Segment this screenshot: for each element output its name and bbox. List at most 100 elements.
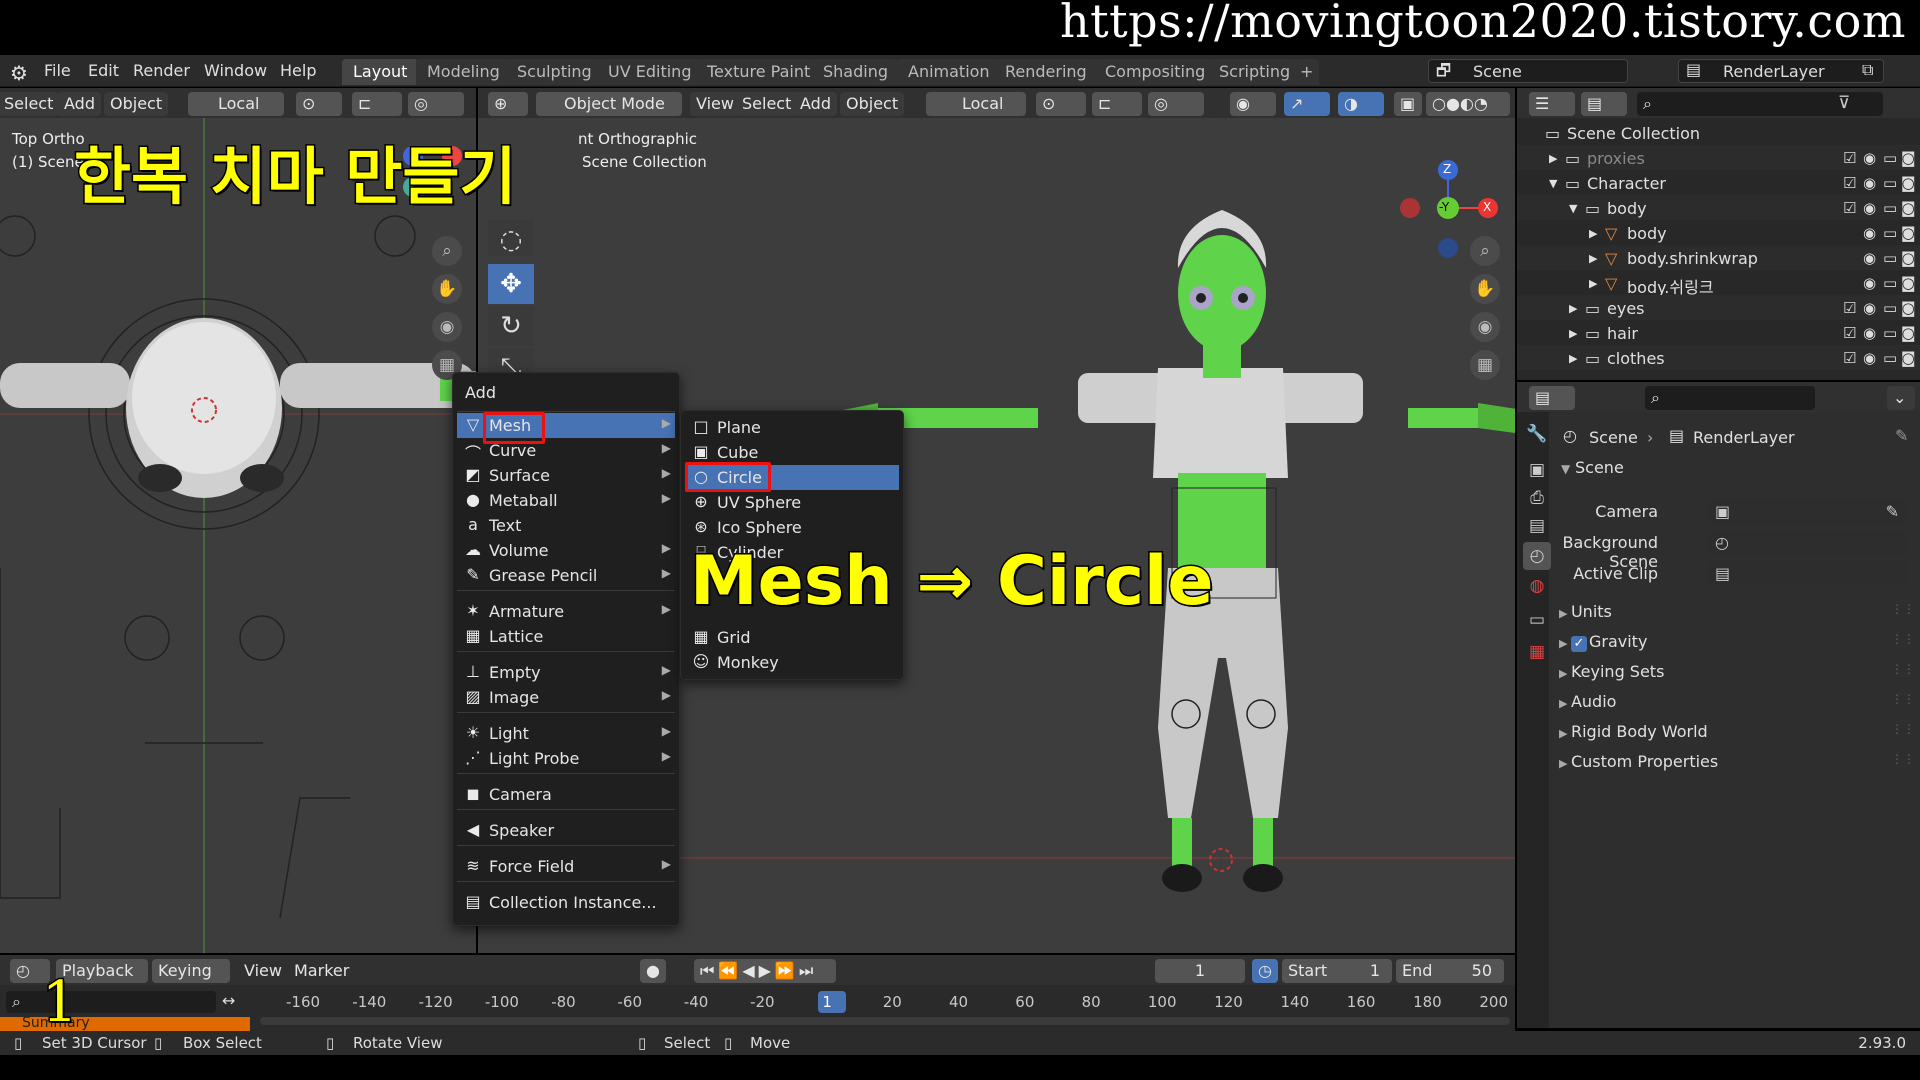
viewport-monitor-icon[interactable]: ▭ [1883,149,1897,167]
proportional-edit-icon[interactable]: ◎ [1148,92,1204,116]
visibility-eye-icon[interactable]: ◉ [1863,249,1876,267]
left-snap-icon[interactable]: ⊏ [352,92,402,116]
render-camera-icon[interactable]: ◙ [1901,324,1916,342]
exclude-checkbox-icon[interactable]: ☑ [1843,324,1856,342]
viewport-monitor-icon[interactable]: ▭ [1883,349,1897,367]
exclude-checkbox-icon[interactable]: ☑ [1843,174,1856,192]
tab-layout[interactable]: Layout [342,59,419,85]
menu-edit[interactable]: Edit [88,61,119,80]
visibility-eye-icon[interactable]: ◉ [1863,349,1876,367]
filter-icon[interactable]: ⊽ [1838,93,1850,113]
visibility-icon[interactable]: ◉ [1230,92,1276,116]
gizmo-z-label[interactable]: Z [1443,162,1451,176]
outliner-row[interactable]: ▶ ▭ eyes ☑ ◉ ▭ ◙ [1517,295,1920,320]
viewport-monitor-icon[interactable]: ▭ [1883,324,1897,342]
add-menu-item-collection-instance[interactable]: ▤ Collection Instance... [457,890,675,915]
pivot-icon[interactable]: ⊙ [1036,92,1086,116]
viewport-monitor-icon[interactable]: ▭ [1883,174,1897,192]
overlay-toggle-icon[interactable]: ◑ [1338,92,1384,116]
add-menu-item-volume[interactable]: ☁ Volume ▶ [457,538,675,563]
viewport-monitor-icon[interactable]: ▭ [1883,199,1897,217]
left-add-menu[interactable]: Add [58,92,101,116]
outliner-row[interactable]: ▶ ▭ hair ☑ ◉ ▭ ◙ [1517,320,1920,345]
viewport-monitor-icon[interactable]: ▭ [1883,224,1897,242]
camera-field[interactable]: ▣ ✎ [1707,500,1907,524]
render-camera-icon[interactable]: ◙ [1901,299,1916,317]
drag-grip-icon[interactable]: ⋮⋮ [1891,662,1915,676]
disclosure-triangle-icon[interactable]: ▶ [1589,252,1597,265]
add-menu-item-light[interactable]: ☀ Light ▶ [457,721,675,746]
add-menu-item-grease-pencil[interactable]: ✎ Grease Pencil ▶ [457,563,675,588]
add-menu-item-empty[interactable]: ⊥ Empty ▶ [457,660,675,685]
visibility-eye-icon[interactable]: ◉ [1863,299,1876,317]
drag-grip-icon[interactable]: ⋮⋮ [1891,602,1915,616]
main-ortho-grid-icon[interactable]: ▦ [1470,350,1500,380]
tab-compositing[interactable]: Compositing [1094,59,1217,85]
visibility-eye-icon[interactable]: ◉ [1863,274,1876,292]
menu-help[interactable]: Help [280,61,316,80]
viewport-monitor-icon[interactable]: ▭ [1883,249,1897,267]
outliner-row[interactable]: ▶ ▽ body.쉬링크 ◉ ▭ ◙ [1517,270,1920,297]
render-camera-icon[interactable]: ◙ [1901,224,1916,242]
exclude-checkbox-icon[interactable]: ☑ [1843,199,1856,217]
tab-animation[interactable]: Animation [897,59,1001,85]
tool-tab-icon[interactable]: 🔧 [1523,420,1551,448]
disclosure-triangle-icon[interactable]: ▶ [1589,227,1597,240]
outliner-row[interactable]: ▶ ▽ body ◉ ▭ ◙ [1517,220,1920,245]
rotate-tool-icon[interactable]: ↻ [488,306,534,346]
disclosure-triangle-icon[interactable]: ▶ [1569,327,1577,340]
visibility-eye-icon[interactable]: ◉ [1863,324,1876,342]
world-tab-icon[interactable]: ◍ [1523,572,1551,600]
timeline-scrollbar[interactable] [260,1017,1510,1025]
menu-file[interactable]: File [44,61,71,80]
tab-shading[interactable]: Shading [812,59,899,85]
subpanel-units[interactable]: ▶ Units ⋮⋮ [1559,602,1915,621]
camera-view-icon[interactable]: ◉ [432,312,462,342]
pin-icon[interactable]: ✎ [1895,426,1908,445]
eyedropper-icon[interactable]: ✎ [1886,502,1899,521]
snap-icon[interactable]: ⊏ [1092,92,1142,116]
add-menu[interactable]: Add [794,92,837,116]
add-menu-item-camera[interactable]: ◼ Camera [457,782,675,807]
outliner-root-row[interactable]: ▭ Scene Collection [1517,120,1920,145]
left-select-menu[interactable]: Select [0,92,60,116]
main-zoom-icon[interactable]: ⌕ [1470,236,1500,266]
outliner-row[interactable]: ▼ ▭ body ☑ ◉ ▭ ◙ [1517,195,1920,220]
add-menu-item-speaker[interactable]: ◀ Speaker [457,818,675,843]
add-menu-item-lattice[interactable]: ▦ Lattice [457,624,675,649]
render-tab-icon[interactable]: ▣ [1523,456,1551,484]
tab-uv-editing[interactable]: UV Editing [597,59,703,85]
output-tab-icon[interactable]: ⎙ [1523,484,1551,512]
outliner-row[interactable]: ▶ ▭ clothes ☑ ◉ ▭ ◙ [1517,345,1920,370]
orientation-dropdown[interactable]: Local [926,92,1026,116]
scene-panel-chevron-icon[interactable]: ▼ [1561,462,1570,476]
viewport-monitor-icon[interactable]: ▭ [1883,274,1897,292]
gizmo-x-label[interactable]: X [1483,200,1491,214]
render-camera-icon[interactable]: ◙ [1901,174,1916,192]
viewport-monitor-icon[interactable]: ▭ [1883,299,1897,317]
summary-channel[interactable]: Summary [0,1015,250,1031]
object-menu[interactable]: Object [840,92,905,116]
disclosure-triangle-icon[interactable]: ▶ [1589,277,1597,290]
disclosure-triangle-icon[interactable]: ▶ [1569,302,1577,315]
gizmo-toggle-icon[interactable]: ↗ [1284,92,1330,116]
left-object-menu[interactable]: Object [104,92,169,116]
blender-logo-icon[interactable]: ⚙ [10,61,28,85]
drag-grip-icon[interactable]: ⋮⋮ [1891,692,1915,706]
tab-scripting[interactable]: Scripting [1208,59,1302,85]
exclude-checkbox-icon[interactable]: ☑ [1843,149,1856,167]
mode-dropdown[interactable]: Object Mode [536,92,682,116]
properties-search-field[interactable]: ⌕ [1645,386,1815,410]
shading-mode-icons[interactable]: ○●◐◔ [1426,92,1510,116]
subpanel-gravity[interactable]: ▶ ✓ Gravity ⋮⋮ [1559,632,1915,652]
add-workspace-button[interactable]: + [1294,59,1320,85]
outliner-row[interactable]: ▼ ▭ Character ☑ ◉ ▭ ◙ [1517,170,1920,195]
add-menu-item-light-probe[interactable]: ⋰ Light Probe ▶ [457,746,675,771]
disclosure-triangle-icon[interactable]: ▶ [1549,152,1557,165]
mesh-item-plane[interactable]: □ Plane [685,415,899,440]
drag-grip-icon[interactable]: ⋮⋮ [1891,752,1915,766]
menu-window[interactable]: Window [204,61,267,80]
gizmo-neg-y-label[interactable]: -Y [1439,200,1449,214]
left-viewport[interactable]: Select Add Object Local ⊙ ⊏ ◎ Top Ortho … [0,88,476,953]
cursor-tool-icon[interactable]: ◌ [488,220,534,256]
